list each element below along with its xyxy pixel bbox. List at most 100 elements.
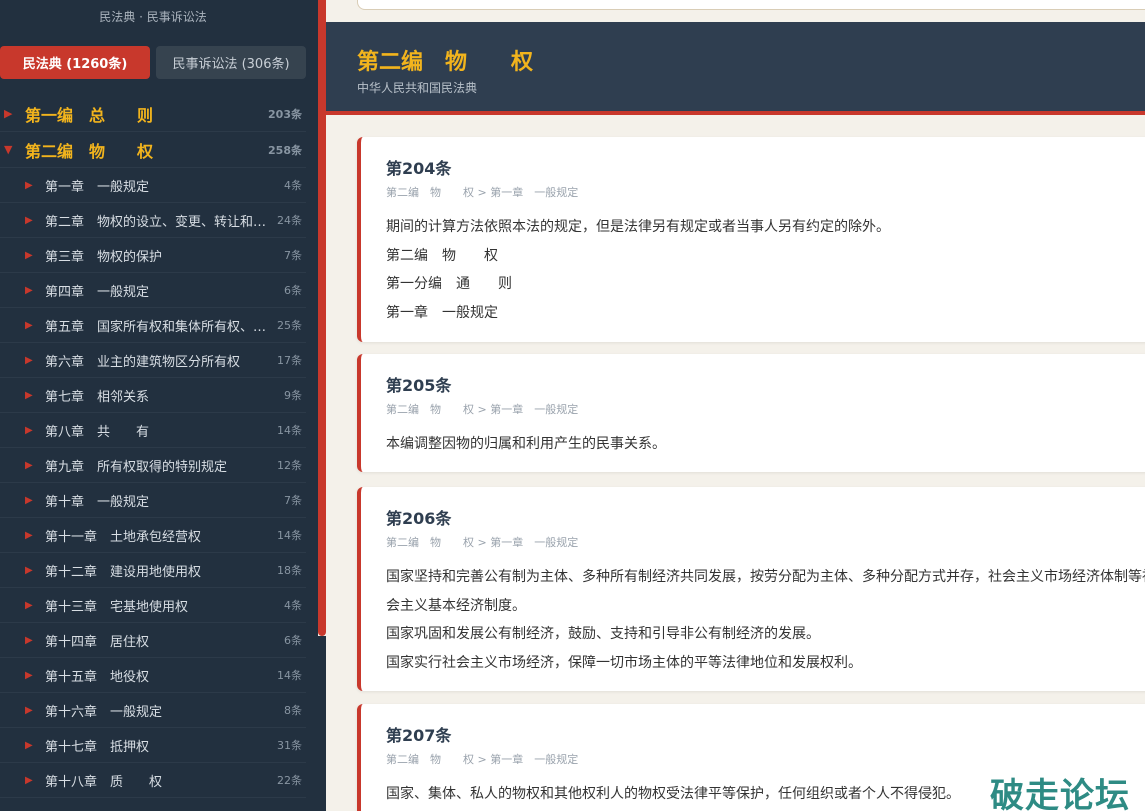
chevron-right-icon: ▶ [25,249,33,261]
chapter-name: 第十四章 居住权 [45,634,150,650]
article-card[interactable]: 第204条 第二编 物 权 > 第一章 一般规定 期间的计算方法依照本法的规定，但是… [357,137,1145,342]
chapter-item[interactable]: ▶ 第十七章 抵押权 31条 [0,728,306,763]
section-title: 第二编 物 权 [357,50,534,75]
tab-civil-code[interactable]: 民法典 (1260条) [0,46,150,79]
chapter-name: 第十七章 抵押权 [45,739,150,755]
tree-part-item[interactable]: ▼ 第二编 物 权 258条 [0,132,306,168]
chapter-count: 6条 [284,284,302,297]
chapter-count: 8条 [284,704,302,717]
chapter-count: 4条 [284,599,302,612]
sidebar: 民法典 · 民事诉讼法 民法典 (1260条) 民事诉讼法 (306条) ▶ 第… [0,0,318,811]
chapter-item[interactable]: ▶ 第八章 共 有 14条 [0,413,306,448]
chevron-right-icon: ▶ [25,774,33,786]
article-body: 国家坚持和完善公有制为主体、多种所有制经济共同发展，按劳分配为主体、多种分配方式… [386,563,1145,677]
article-body: 期间的计算方法依照本法的规定，但是法律另有规定或者当事人另有约定的除外。 第二编 … [386,213,1145,327]
article-number: 第205条 [386,376,452,395]
chapter-name: 第十六章 一般规定 [45,704,163,720]
sidebar-scrollbar-thumb[interactable] [318,0,326,636]
search-bar[interactable] [357,0,1145,10]
chevron-right-icon: ▶ [25,739,33,751]
watermark-logo: 破走论坛 [990,776,1130,811]
article-paragraph: 第一章 一般规定 [386,304,498,321]
chapter-item[interactable]: ▶ 第五章 国家所有权和集体所有权、私人所有权 25条 [0,308,306,343]
chapter-count: 6条 [284,634,302,647]
article-card[interactable]: 第205条第二编 物 权 > 第一章 一般规定本编调整因物的归属和利用产生的民事… [357,354,1145,472]
part-name: 第二编 物 权 [25,141,154,161]
section-header: 第二编 物 权 中华人民共和国民法典 [326,22,1145,115]
chapter-item[interactable]: ▶ 第十六章 一般规定 8条 [0,693,306,728]
chapter-name: 第九章 所有权取得的特别规定 [45,459,228,475]
chevron-right-icon: ▶ [25,179,33,191]
chapter-count: 17条 [277,354,302,367]
chapter-count: 9条 [284,389,302,402]
chevron-right-icon: ▶ [25,284,33,296]
chapter-item[interactable]: ▶ 第七章 相邻关系 9条 [0,378,306,413]
chevron-right-icon: ▶ [25,424,33,436]
article-breadcrumb: 第二编 物 权 > 第一章 一般规定 [386,403,579,416]
chevron-right-icon: ▶ [25,529,33,541]
chapter-item[interactable]: ▶ 第十八章 质 权 22条 [0,763,306,798]
article-card[interactable]: 第206条 第二编 物 权 > 第一章 一般规定 国家坚持和完善公有制为主体、多种所… [357,487,1145,691]
chapter-item[interactable]: ▶ 第九章 所有权取得的特别规定 12条 [0,448,306,483]
article-paragraph: 国家坚持和完善公有制为主体、多种所有制经济共同发展，按劳分配为主体、多种分配方式… [386,569,1145,614]
chapter-item[interactable]: ▶ 第十四章 居住权 6条 [0,623,306,658]
chapter-name: 第十一章 土地承包经营权 [45,529,202,545]
chapter-item[interactable]: ▶ 第四章 一般规定 6条 [0,273,306,308]
chapter-list: ▶ 第一章 一般规定 4条 ▶ 第二章 物权的设立、变更、转让和消灭 24条 ▶ 第三章 物权… [0,168,306,798]
article-paragraph: 国家巩固和发展公有制经济，鼓励、支持和引导非公有制经济的发展。 [386,626,820,642]
article-breadcrumb: 第二编 物 权 > 第一章 一般规定 [386,753,579,766]
chevron-right-icon: ▶ [25,389,33,401]
sidebar-scrollbar-track[interactable] [318,636,326,811]
chapter-name: 第二章 物权的设立、变更、转让和消灭 [45,214,270,230]
chapter-name: 第一章 一般规定 [45,179,150,195]
chapter-item[interactable]: ▶ 第十章 一般规定 7条 [0,483,306,518]
article-paragraph: 国家实行社会主义市场经济，保障一切市场主体的平等法律地位和发展权利。 [386,654,862,671]
chapter-name: 第十八章 质 权 [45,774,163,790]
chapter-count: 7条 [284,494,302,507]
chevron-right-icon: ▶ [25,599,33,611]
article-paragraph: 第二编 物 权 [386,247,498,264]
chapter-count: 14条 [277,424,302,437]
chapter-item[interactable]: ▶ 第十三章 宅基地使用权 4条 [0,588,306,623]
chapter-name: 第十章 一般规定 [45,494,150,510]
chevron-right-icon: ▶ [25,354,33,366]
chapter-name: 第八章 共 有 [45,424,150,440]
tab-civil-procedure-law[interactable]: 民事诉讼法 (306条) [156,46,306,79]
chapter-count: 25条 [277,319,302,332]
article-body: 本编调整因物的归属和利用产生的民事关系。 [386,430,1145,459]
section-subtitle: 中华人民共和国民法典 [357,81,478,95]
chapter-item[interactable]: ▶ 第六章 业主的建筑物区分所有权 17条 [0,343,306,378]
chapter-name: 第三章 物权的保护 [45,249,163,265]
collapsed-arrow-icon: ▶ [4,107,13,120]
chapter-name: 第四章 一般规定 [45,284,150,300]
chevron-right-icon: ▶ [25,634,33,646]
chapter-item[interactable]: ▶ 第一章 一般规定 4条 [0,168,306,203]
chapter-count: 12条 [277,459,302,472]
chapter-name: 第七章 相邻关系 [45,389,150,405]
chevron-right-icon: ▶ [25,459,33,471]
article-number: 第204条 [386,159,452,178]
article-paragraph: 本编调整因物的归属和利用产生的民事关系。 [386,436,666,452]
expanded-arrow-icon: ▼ [4,143,13,156]
chapter-count: 7条 [284,249,302,262]
chapter-item[interactable]: ▶ 第十一章 土地承包经营权 14条 [0,518,306,553]
chapter-item[interactable]: ▶ 第二章 物权的设立、变更、转让和消灭 24条 [0,203,306,238]
chapter-name: 第五章 国家所有权和集体所有权、私人所有权 [45,319,270,335]
chapter-item[interactable]: ▶ 第三章 物权的保护 7条 [0,238,306,273]
part-count: 258条 [268,143,302,157]
chevron-right-icon: ▶ [25,319,33,331]
chevron-right-icon: ▶ [25,564,33,576]
chevron-right-icon: ▶ [25,669,33,681]
chevron-right-icon: ▶ [25,494,33,506]
chapter-item[interactable]: ▶ 第十五章 地役权 14条 [0,658,306,693]
part-count: 203条 [268,107,302,121]
chapter-count: 14条 [277,669,302,682]
article-number: 第207条 [386,726,452,745]
chapter-tree: ▶ 第一编 总 则 203条 ▼ 第二编 物 权 258条 ▶ 第一章 一般规定 4… [0,96,306,798]
chevron-right-icon: ▶ [25,704,33,716]
chapter-item[interactable]: ▶ 第十二章 建设用地使用权 18条 [0,553,306,588]
chapter-count: 14条 [277,529,302,542]
chapter-name: 第六章 业主的建筑物区分所有权 [45,354,241,370]
chapter-name: 第十二章 建设用地使用权 [45,564,202,580]
tree-part-item[interactable]: ▶ 第一编 总 则 203条 [0,96,306,132]
